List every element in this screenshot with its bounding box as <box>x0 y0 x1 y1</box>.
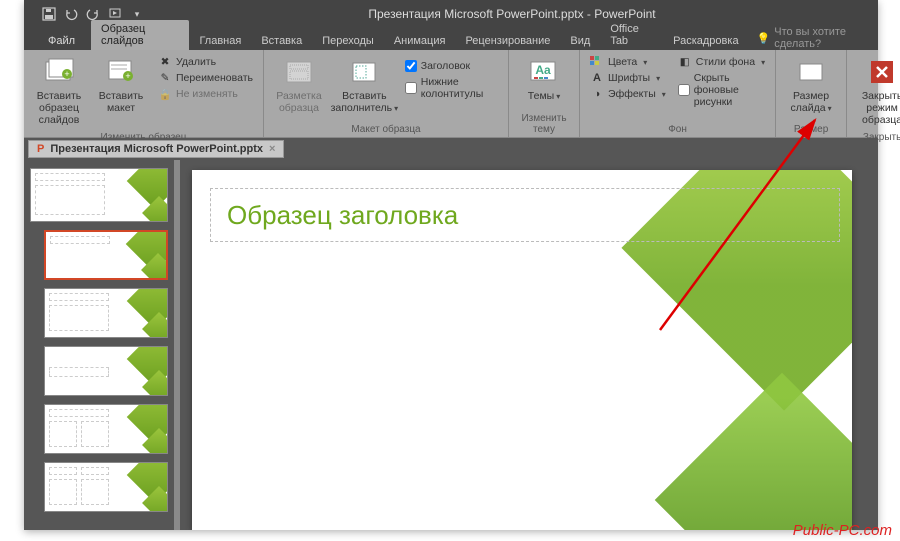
group-master-layout: Разметка образца Вставить заполнитель За… <box>264 50 509 137</box>
slide-size-label: Размер слайда <box>791 90 832 114</box>
insert-layout-label: Вставить макет <box>99 90 144 114</box>
group-size: Размер слайда Размер <box>776 50 847 137</box>
insert-placeholder-button[interactable]: Вставить заполнитель <box>332 52 397 118</box>
master-layout-label: Разметка образца <box>276 90 321 114</box>
tab-slide-master[interactable]: Образец слайдов <box>91 20 189 50</box>
colors-button[interactable]: Цвета <box>590 54 666 70</box>
rename-icon: ✎ <box>158 71 172 85</box>
preserve-button[interactable]: 🔒Не изменять <box>158 86 253 102</box>
group-edit-theme-label: Изменить тему <box>515 111 573 137</box>
svg-text:Aa: Aa <box>535 63 551 77</box>
layout-thumbnail-4[interactable] <box>44 404 168 454</box>
tab-review[interactable]: Рецензирование <box>455 32 560 50</box>
lightbulb-icon: 💡 <box>757 32 771 45</box>
slide-editor: Образец заголовка <box>180 160 878 530</box>
fonts-icon: A <box>590 71 604 85</box>
group-close: Закрыть режим образца Закрыть <box>847 50 900 137</box>
rename-button[interactable]: ✎Переименовать <box>158 70 253 86</box>
delete-icon: ✖ <box>158 55 172 69</box>
close-icon <box>866 56 898 88</box>
layout-thumbnail-5[interactable] <box>44 462 168 512</box>
close-master-label: Закрыть режим образца <box>859 90 900 126</box>
themes-button[interactable]: Aa Темы <box>515 52 573 106</box>
insert-layout-button[interactable]: + Вставить макет <box>92 52 150 118</box>
layout-thumbnail-1[interactable] <box>44 230 168 280</box>
layout-thumbnail-3[interactable] <box>44 346 168 396</box>
insert-layout-icon: + <box>105 56 137 88</box>
slide-decoration <box>655 373 852 530</box>
work-area: Образец заголовка <box>24 160 878 530</box>
svg-text:+: + <box>125 71 130 81</box>
tab-view[interactable]: Вид <box>560 32 600 50</box>
document-tab-label: Презентация Microsoft PowerPoint.pptx <box>50 143 263 155</box>
insert-placeholder-label: Вставить заполнитель <box>331 90 399 114</box>
group-edit-theme: Aa Темы Изменить тему <box>509 50 580 137</box>
close-master-view-button[interactable]: Закрыть режим образца <box>853 52 900 130</box>
footers-checkbox[interactable]: Нижние колонтитулы <box>405 74 498 102</box>
title-checkbox[interactable]: Заголовок <box>405 58 498 74</box>
delete-button[interactable]: ✖Удалить <box>158 54 253 70</box>
layout-thumbnail-2[interactable] <box>44 288 168 338</box>
themes-icon: Aa <box>528 56 560 88</box>
effects-icon: ◑ <box>590 87 604 101</box>
slide-master-icon: + <box>43 56 75 88</box>
group-background-label: Фон <box>586 122 769 137</box>
fonts-button[interactable]: AШрифты <box>590 70 666 86</box>
close-tab-icon[interactable]: × <box>269 143 275 155</box>
insert-slide-master-label: Вставить образец слайдов <box>36 90 82 126</box>
title-placeholder-text: Образец заголовка <box>227 200 458 231</box>
window-title: Презентация Microsoft PowerPoint.pptx - … <box>146 7 878 21</box>
master-layout-button: Разметка образца <box>270 52 328 118</box>
thumbnail-pane[interactable] <box>24 160 174 530</box>
group-edit-master: + Вставить образец слайдов + Вставить ма… <box>24 50 264 137</box>
tab-home[interactable]: Главная <box>189 32 251 50</box>
group-close-label: Закрыть <box>853 130 900 145</box>
tab-transitions[interactable]: Переходы <box>312 32 384 50</box>
title-placeholder[interactable]: Образец заголовка <box>210 188 840 242</box>
hide-bg-checkbox[interactable]: Скрыть фоновые рисунки <box>678 70 765 110</box>
group-background: Цвета AШрифты ◑Эффекты ◧Стили фона Скрыт… <box>580 50 776 137</box>
svg-text:+: + <box>64 69 69 79</box>
colors-icon <box>590 55 604 69</box>
master-layout-icon <box>283 56 315 88</box>
ribbon-tabs: Файл Образец слайдов Главная Вставка Пер… <box>24 28 878 50</box>
slide-canvas[interactable]: Образец заголовка <box>192 170 852 530</box>
placeholder-icon <box>348 56 380 88</box>
bg-styles-icon: ◧ <box>678 55 692 69</box>
tell-me-label: Что вы хотите сделать? <box>774 26 878 50</box>
slide-size-icon <box>795 56 827 88</box>
save-icon[interactable] <box>40 5 58 23</box>
tab-animation[interactable]: Анимация <box>384 32 456 50</box>
group-size-label: Размер <box>782 122 840 137</box>
app-window: ▾ Презентация Microsoft PowerPoint.pptx … <box>24 0 878 530</box>
tab-file[interactable]: Файл <box>32 32 91 50</box>
document-tab-bar: P Презентация Microsoft PowerPoint.pptx … <box>24 138 878 160</box>
slide-size-button[interactable]: Размер слайда <box>782 52 840 118</box>
tab-insert[interactable]: Вставка <box>251 32 312 50</box>
effects-button[interactable]: ◑Эффекты <box>590 86 666 102</box>
undo-icon[interactable] <box>62 5 80 23</box>
master-thumbnail[interactable] <box>30 168 168 222</box>
background-styles-button[interactable]: ◧Стили фона <box>678 54 765 70</box>
tab-office-tab[interactable]: Office Tab <box>600 20 663 50</box>
lock-icon: 🔒 <box>158 87 172 101</box>
watermark: Public-PC.com <box>793 522 892 539</box>
powerpoint-file-icon: P <box>37 143 44 155</box>
insert-slide-master-button[interactable]: + Вставить образец слайдов <box>30 52 88 130</box>
tell-me-search[interactable]: 💡 Что вы хотите сделать? <box>757 26 878 50</box>
ribbon: + Вставить образец слайдов + Вставить ма… <box>24 50 878 138</box>
tab-storyboarding[interactable]: Раскадровка <box>663 32 748 50</box>
document-tab[interactable]: P Презентация Microsoft PowerPoint.pptx … <box>28 140 284 158</box>
themes-label: Темы <box>528 90 560 102</box>
group-master-layout-label: Макет образца <box>270 122 502 137</box>
